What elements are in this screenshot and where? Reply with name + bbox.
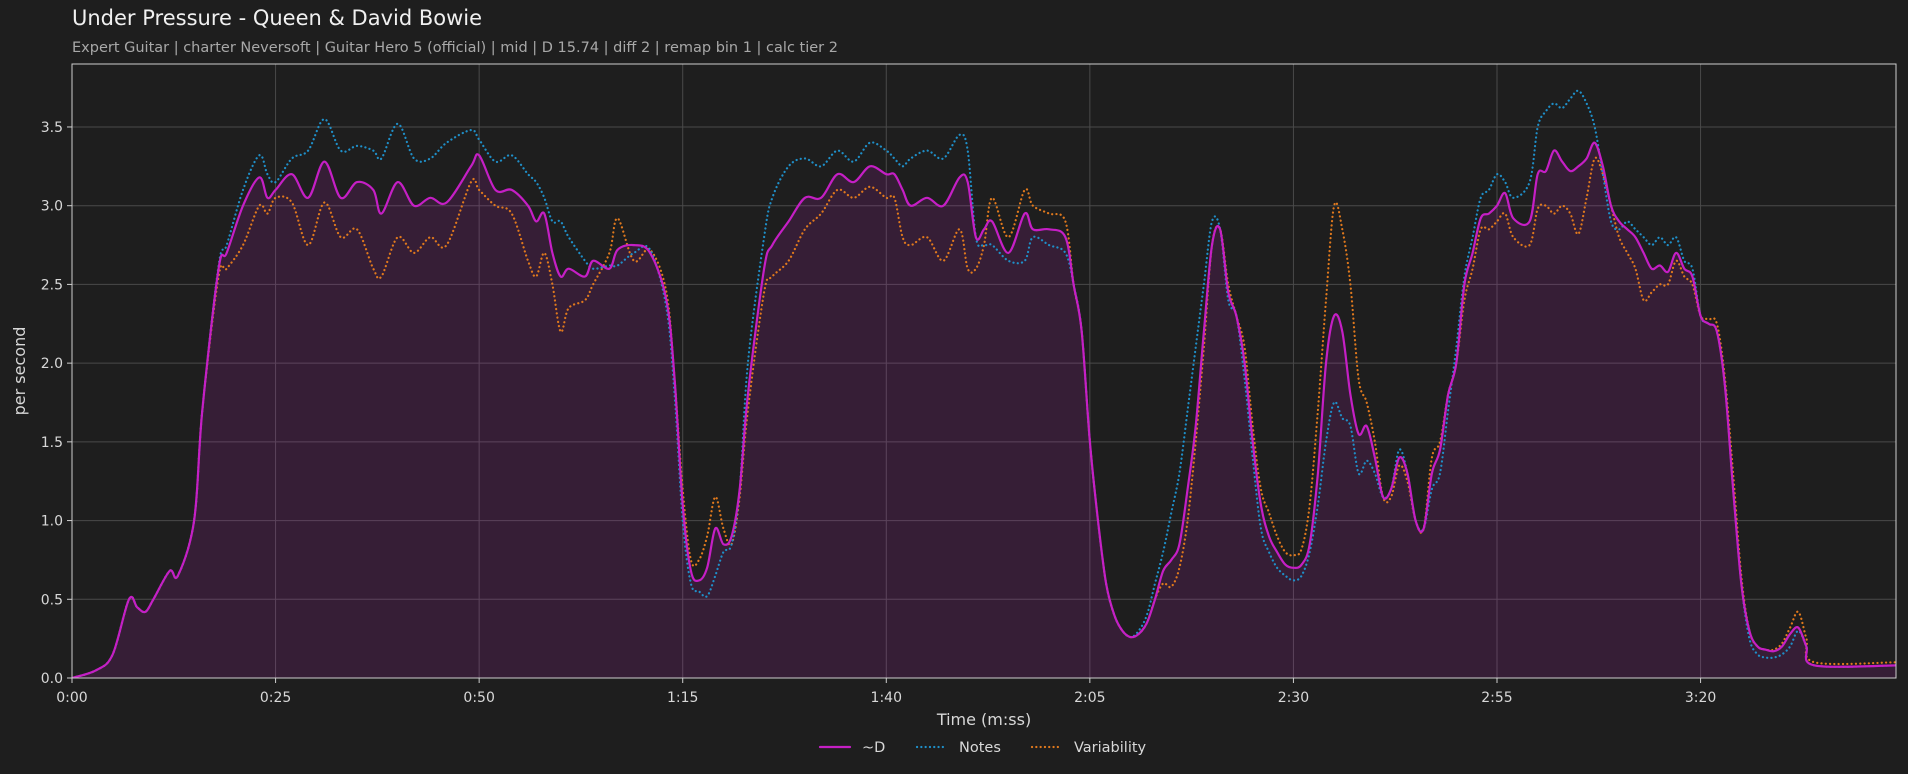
x-tick-label: 0:50 <box>463 690 494 706</box>
x-tick-label: 2:30 <box>1278 690 1309 706</box>
y-tick-label: 2.0 <box>41 356 63 372</box>
x-tick-label: 0:25 <box>260 690 291 706</box>
x-tick-label: 2:05 <box>1074 690 1105 706</box>
x-tick-label: 1:15 <box>667 690 698 706</box>
x-axis-label: Time (m:ss) <box>936 710 1031 729</box>
y-axis-label: per second <box>10 327 29 416</box>
y-tick-label: 3.0 <box>41 199 63 215</box>
y-tick-label: 0.0 <box>41 671 63 687</box>
y-axis: 0.0 0.5 1.0 1.5 2.0 2.5 3.0 3.5 <box>41 120 72 687</box>
legend-label-0: ~D <box>862 740 885 756</box>
legend-label-2: Variability <box>1074 740 1147 756</box>
y-tick-label: 3.5 <box>41 120 63 136</box>
x-tick-label: 1:40 <box>871 690 902 706</box>
legend: ~D Notes Variability <box>818 740 1147 756</box>
y-tick-label: 1.5 <box>41 435 63 451</box>
x-tick-label: 0:00 <box>56 690 87 706</box>
y-tick-label: 0.5 <box>41 592 63 608</box>
y-tick-label: 1.0 <box>41 514 63 530</box>
x-axis: 0:00 0:25 0:50 1:15 1:40 2:05 2:30 2:55 3:20 <box>56 678 1716 706</box>
x-tick-label: 2:55 <box>1481 690 1512 706</box>
line-chart: 0:00 0:25 0:50 1:15 1:40 2:05 2:30 2:55 3:20 0.0… <box>10 63 1897 756</box>
y-tick-label: 2.5 <box>41 277 63 293</box>
legend-label-1: Notes <box>959 740 1001 756</box>
x-tick-label: 3:20 <box>1685 690 1716 706</box>
